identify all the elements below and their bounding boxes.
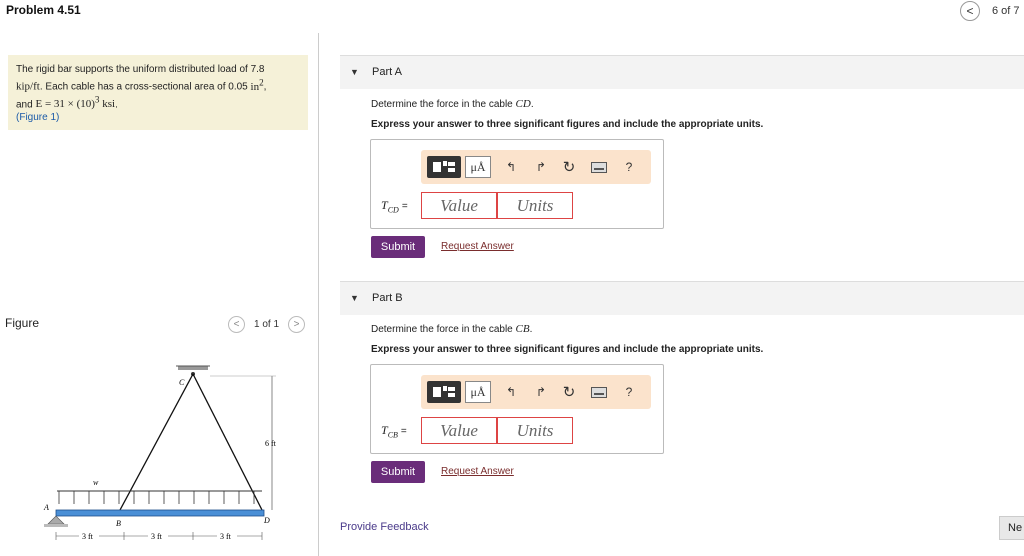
point-d-label: D xyxy=(263,516,270,525)
point-c-label: C xyxy=(179,378,185,387)
part-b-question: Determine the force in the cable CB. xyxy=(371,323,533,335)
rigid-bar-figure: C 6 ft w A B D 3 ft 3 ft 3 ft xyxy=(43,365,277,541)
prev-problem-button[interactable]: < xyxy=(960,1,980,21)
request-answer-link[interactable]: Request Answer xyxy=(441,466,514,477)
load-w-label: w xyxy=(93,478,99,487)
part-b-header[interactable]: ▼ Part B xyxy=(340,281,1024,315)
undo-icon[interactable]: ↰ xyxy=(501,381,521,403)
provide-feedback-link[interactable]: Provide Feedback xyxy=(340,521,429,533)
next-button[interactable]: Ne xyxy=(999,516,1024,540)
templates-icon xyxy=(433,161,455,172)
problem-text-1: The rigid bar supports the uniform distr… xyxy=(16,64,265,75)
request-answer-link[interactable]: Request Answer xyxy=(441,241,514,252)
part-b-title: Part B xyxy=(372,292,403,304)
tcb-label: TCB = xyxy=(381,423,407,440)
point-a-label: A xyxy=(43,503,49,512)
span1-label: 3 ft xyxy=(82,532,94,541)
ceiling-support xyxy=(178,366,208,370)
keyboard-icon[interactable] xyxy=(589,156,609,178)
part-a-header[interactable]: ▼ Part A xyxy=(340,55,1024,89)
units-symbol-button[interactable]: μÅ xyxy=(465,381,491,403)
collapse-triangle-icon: ▼ xyxy=(350,293,359,303)
figure-next-button[interactable]: > xyxy=(288,316,305,333)
math-toolbar: μÅ ↰ ↱ ↻ ? xyxy=(421,150,651,184)
modulus-expression: E = 31 × (10)3 ksi xyxy=(35,94,116,111)
templates-icon xyxy=(433,386,455,397)
column-divider xyxy=(318,33,319,556)
units-input[interactable]: Units xyxy=(497,417,573,444)
part-a-question: Determine the force in the cable CD. xyxy=(371,98,534,110)
reset-icon[interactable]: ↻ xyxy=(559,381,579,403)
problem-text-3: and xyxy=(16,99,33,111)
cable-cb xyxy=(119,373,194,511)
figure-prev-button[interactable]: < xyxy=(228,316,245,333)
cable-cd xyxy=(192,373,263,511)
height-label: 6 ft xyxy=(265,439,277,448)
part-b-answer-box: μÅ ↰ ↱ ↻ ? TCB = Value Units xyxy=(370,364,664,454)
math-toolbar: μÅ ↰ ↱ ↻ ? xyxy=(421,375,651,409)
figure-count: 1 of 1 xyxy=(254,319,280,330)
reset-icon[interactable]: ↻ xyxy=(559,156,579,178)
part-a-title: Part A xyxy=(372,66,402,78)
pin-support-a xyxy=(47,515,65,525)
templates-button[interactable] xyxy=(427,381,461,403)
load-unit: kip/ft xyxy=(16,80,40,93)
units-input[interactable]: Units xyxy=(497,192,573,219)
help-icon[interactable]: ? xyxy=(619,381,639,403)
rigid-bar xyxy=(55,509,265,517)
top-bar: Problem 4.51 < 6 of 7 xyxy=(0,0,1024,30)
collapse-triangle-icon: ▼ xyxy=(350,67,359,77)
point-b-label: B xyxy=(116,519,121,528)
submit-button[interactable]: Submit xyxy=(371,236,425,258)
keyboard-icon[interactable] xyxy=(589,381,609,403)
ground-a xyxy=(44,524,68,527)
span2-label: 3 ft xyxy=(151,532,163,541)
figure-link[interactable]: (Figure 1) xyxy=(16,112,59,123)
figure-heading: Figure xyxy=(5,316,40,330)
help-icon[interactable]: ? xyxy=(619,156,639,178)
problem-title: Problem 4.51 xyxy=(6,3,81,17)
part-b-instruction: Express your answer to three significant… xyxy=(371,344,764,355)
load-arrows xyxy=(58,491,255,504)
value-input[interactable]: Value xyxy=(421,417,497,444)
problem-text-2: . Each cable has a cross-sectional area … xyxy=(39,81,248,93)
span3-label: 3 ft xyxy=(220,532,232,541)
redo-icon[interactable]: ↱ xyxy=(531,156,551,178)
part-a-answer-box: μÅ ↰ ↱ ↻ ? TCD = Value Units xyxy=(370,139,664,229)
part-a-instruction: Express your answer to three significant… xyxy=(371,119,764,130)
problem-statement: The rigid bar supports the uniform distr… xyxy=(8,55,308,130)
tcd-label: TCD = xyxy=(381,198,408,215)
area-unit: in2 xyxy=(250,77,264,93)
redo-icon[interactable]: ↱ xyxy=(531,381,551,403)
undo-icon[interactable]: ↰ xyxy=(501,156,521,178)
units-symbol-button[interactable]: μÅ xyxy=(465,156,491,178)
value-input[interactable]: Value xyxy=(421,192,497,219)
submit-button[interactable]: Submit xyxy=(371,461,425,483)
problem-pager-text: 6 of 7 xyxy=(992,5,1020,17)
templates-button[interactable] xyxy=(427,156,461,178)
